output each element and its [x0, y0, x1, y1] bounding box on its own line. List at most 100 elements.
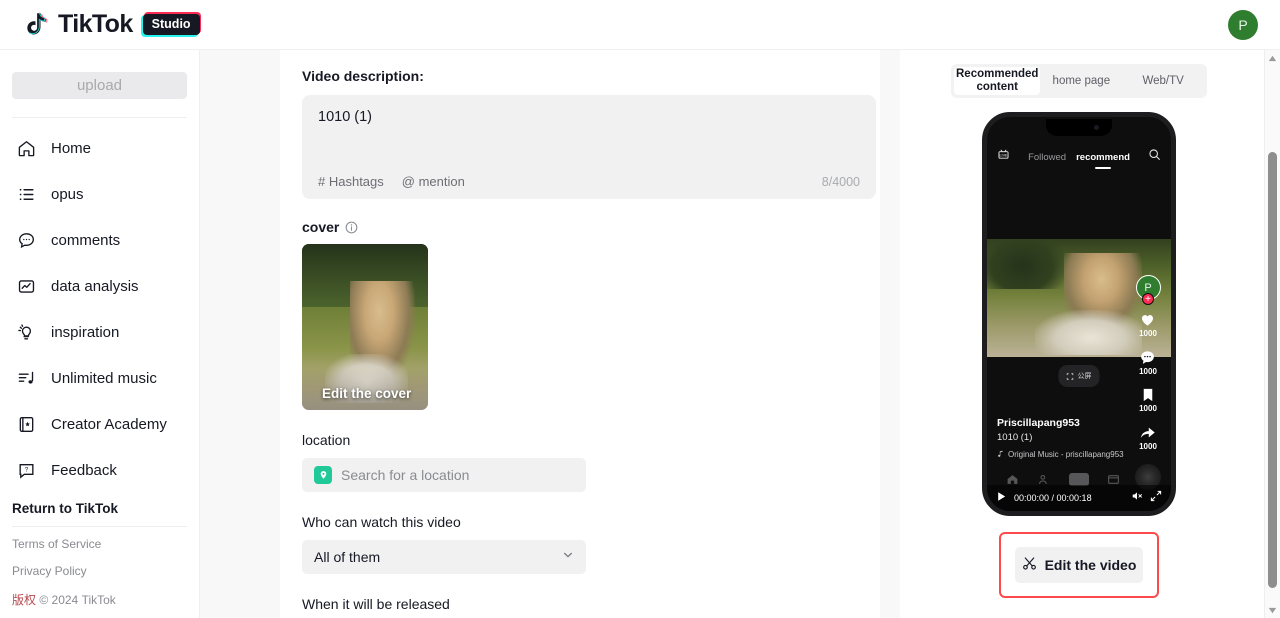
brand-logo[interactable]: TikTok Studio	[22, 11, 201, 39]
location-section: location Search for a location	[302, 432, 880, 492]
preview-panel: Recommended content home page Web/TV LIV…	[900, 50, 1280, 618]
sidebar-item-home[interactable]: Home	[0, 125, 199, 171]
nav-inbox-icon[interactable]	[1107, 473, 1120, 485]
analytics-icon	[16, 276, 37, 297]
tiktok-studio-app: TikTok Studio P upload Home opus comment…	[0, 0, 1280, 618]
privacy-policy-link[interactable]: Privacy Policy	[12, 564, 187, 578]
feed-tab-recommend[interactable]: recommend	[1076, 152, 1130, 163]
edit-video-highlight: Edit the video	[999, 532, 1159, 598]
page-scrollbar[interactable]	[1264, 50, 1280, 618]
sidebar-item-opus[interactable]: opus	[0, 171, 199, 217]
expand-glyph-icon	[1066, 367, 1074, 385]
cover-label: cover	[302, 219, 340, 235]
bookmark-button[interactable]: 1000	[1139, 387, 1157, 413]
scrollbar-track[interactable]	[1265, 66, 1280, 602]
description-input[interactable]: 1010 (1) # Hashtags @ mention 8/4000	[302, 95, 876, 199]
nav-home-icon[interactable]	[1006, 473, 1019, 485]
sidebar-item-label: data analysis	[51, 277, 139, 295]
sidebar-item-inspiration[interactable]: inspiration	[0, 309, 199, 355]
main-content-area: Video description: 1010 (1) # Hashtags @…	[200, 50, 900, 618]
phone-action-rail: P + 1000 1000 1000 1000	[1131, 275, 1165, 490]
comment-count: 1000	[1139, 367, 1157, 376]
public-screen-badge[interactable]: 公屏	[1058, 365, 1100, 387]
sidebar-item-label: comments	[51, 231, 121, 249]
svg-text:?: ?	[25, 466, 29, 473]
share-arrow-icon	[1141, 427, 1156, 438]
fullscreen-button[interactable]	[1150, 489, 1162, 507]
privacy-select[interactable]: All of them	[302, 540, 586, 574]
comment-bubble-icon	[1141, 351, 1155, 364]
creator-avatar[interactable]: P +	[1135, 275, 1161, 305]
cover-section-header: cover	[302, 219, 880, 235]
badge-text: 公屏	[1077, 373, 1092, 380]
comment-button[interactable]: 1000	[1139, 349, 1157, 376]
nav-create-icon[interactable]	[1068, 472, 1089, 486]
studio-badge: Studio	[141, 12, 201, 37]
creator-username[interactable]: Priscillapang953	[997, 417, 1125, 429]
sidebar: upload Home opus comments data analysis …	[0, 50, 200, 618]
video-dress	[1034, 309, 1142, 355]
edit-video-button[interactable]: Edit the video	[1015, 547, 1143, 583]
phone-notch	[1046, 119, 1112, 136]
play-button[interactable]	[996, 489, 1007, 507]
scroll-down-arrow-icon[interactable]	[1268, 602, 1277, 618]
location-input[interactable]: Search for a location	[302, 458, 586, 492]
scissors-icon	[1022, 556, 1037, 574]
description-value: 1010 (1)	[318, 109, 373, 125]
tab-home-page[interactable]: home page	[1040, 67, 1122, 95]
top-header: TikTok Studio P	[0, 0, 1280, 50]
search-icon[interactable]	[1148, 148, 1161, 166]
sidebar-item-label: opus	[51, 185, 84, 203]
svg-text:LIVE: LIVE	[999, 154, 1008, 158]
live-icon[interactable]: LIVE	[997, 148, 1010, 166]
scroll-up-arrow-icon[interactable]	[1268, 50, 1277, 66]
avatar[interactable]: P	[1228, 9, 1258, 40]
music-note-icon	[16, 368, 37, 389]
cover-thumbnail[interactable]: Edit the cover	[302, 244, 428, 410]
sidebar-item-label: Unlimited music	[51, 369, 157, 387]
scrollbar-thumb[interactable]	[1268, 152, 1277, 588]
upload-button[interactable]: upload	[12, 72, 187, 99]
privacy-label: Who can watch this video	[302, 514, 461, 530]
character-count: 8/4000	[821, 174, 860, 189]
like-button[interactable]: 1000	[1139, 311, 1157, 338]
time-display: 00:00:00 / 00:00:18	[1014, 493, 1092, 503]
footer-divider	[12, 526, 187, 528]
tab-web-tv[interactable]: Web/TV	[1122, 67, 1204, 95]
sidebar-divider	[12, 116, 187, 118]
follow-plus-icon[interactable]: +	[1142, 293, 1154, 305]
sidebar-item-data-analysis[interactable]: data analysis	[0, 263, 199, 309]
footer-links: Terms of Service Privacy Policy 版权 © 202…	[0, 537, 199, 618]
comment-icon	[16, 230, 37, 251]
book-icon	[16, 414, 37, 435]
bookmark-icon	[1143, 388, 1153, 402]
tab-recommended-content[interactable]: Recommended content	[954, 67, 1041, 95]
description-toolbar: # Hashtags @ mention 8/4000	[318, 174, 860, 189]
description-label: Video description:	[302, 68, 424, 84]
copyright-text: 版权 © 2024 TikTok	[12, 591, 187, 608]
music-row[interactable]: Original Music - priscillapang953	[997, 450, 1125, 459]
sidebar-item-feedback[interactable]: ? Feedback	[0, 447, 199, 493]
hashtag-button[interactable]: # Hashtags	[318, 174, 384, 189]
bookmark-count: 1000	[1139, 404, 1157, 413]
feed-tab-followed[interactable]: Followed	[1028, 152, 1066, 163]
edit-cover-button[interactable]: Edit the cover	[302, 368, 428, 410]
sidebar-item-creator-academy[interactable]: Creator Academy	[0, 401, 199, 447]
copyright-rest: © 2024 TikTok	[39, 593, 116, 608]
sidebar-item-label: Feedback	[51, 461, 117, 479]
sidebar-item-label: Creator Academy	[51, 415, 167, 433]
home-icon	[16, 138, 37, 159]
music-note-icon	[997, 450, 1004, 459]
sidebar-item-comments[interactable]: comments	[0, 217, 199, 263]
info-icon[interactable]	[345, 221, 358, 234]
chevron-down-icon	[562, 548, 574, 566]
terms-of-service-link[interactable]: Terms of Service	[12, 537, 187, 551]
list-icon	[16, 184, 37, 205]
sidebar-item-unlimited-music[interactable]: Unlimited music	[0, 355, 199, 401]
return-to-tiktok-link[interactable]: Return to TikTok	[0, 493, 199, 526]
mention-button[interactable]: @ mention	[402, 174, 465, 189]
mute-button[interactable]	[1131, 489, 1143, 507]
nav-friends-icon[interactable]	[1038, 473, 1051, 485]
share-button[interactable]: 1000	[1139, 424, 1157, 451]
video-controls-bar: 00:00:00 / 00:00:18	[987, 485, 1171, 511]
